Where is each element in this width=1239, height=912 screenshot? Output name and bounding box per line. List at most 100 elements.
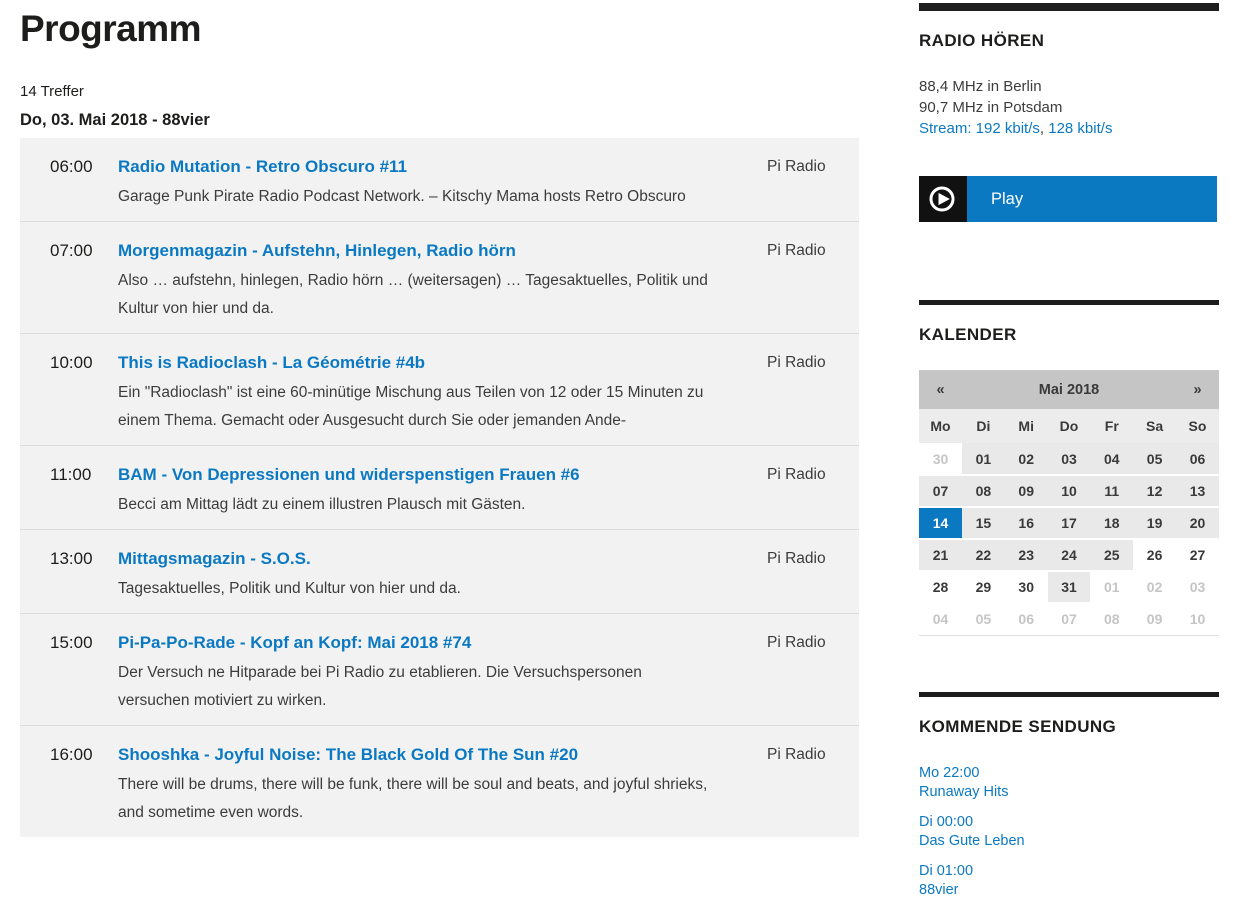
stream-link-192[interactable]: Stream: 192 kbit/s xyxy=(919,120,1040,137)
entry-description: There will be drums, there will be funk,… xyxy=(118,771,710,827)
calendar-day-name: Di xyxy=(962,409,1005,443)
calendar-week-row: 21222324252627 xyxy=(919,539,1219,571)
play-circle-icon xyxy=(919,176,967,222)
calendar-day[interactable]: 04 xyxy=(1090,443,1133,475)
results-count: 14 Treffer xyxy=(20,83,859,100)
calendar-day-name: Sa xyxy=(1133,409,1176,443)
calendar-day[interactable]: 03 xyxy=(1048,443,1091,475)
calendar-day[interactable]: 06 xyxy=(1176,443,1219,475)
calendar-day[interactable]: 22 xyxy=(962,539,1005,571)
calendar-day: 02 xyxy=(1133,571,1176,603)
calendar-day[interactable]: 11 xyxy=(1090,475,1133,507)
calendar-day[interactable]: 23 xyxy=(1005,539,1048,571)
calendar-day[interactable]: 10 xyxy=(1048,475,1091,507)
entry-time: 13:00 xyxy=(50,547,118,603)
calendar-day[interactable]: 26 xyxy=(1133,539,1176,571)
entry-station: Pi Radio xyxy=(767,631,829,715)
calendar-day[interactable]: 28 xyxy=(919,571,962,603)
calendar-next-button[interactable]: » xyxy=(1176,370,1219,409)
upcoming-heading: KOMMENDE SENDUNG xyxy=(919,717,1219,737)
calendar-daynames-row: MoDiMiDoFrSaSo xyxy=(919,409,1219,443)
calendar-day[interactable]: 09 xyxy=(1005,475,1048,507)
entry-title-link[interactable]: Mittagsmagazin - S.O.S. xyxy=(118,547,311,571)
calendar-week-row: 14151617181920 xyxy=(919,507,1219,539)
calendar-day-name: Mo xyxy=(919,409,962,443)
calendar-day[interactable]: 31 xyxy=(1048,571,1091,603)
calendar-day[interactable]: 27 xyxy=(1176,539,1219,571)
upcoming-show-link[interactable]: Di 01:0088vier xyxy=(919,863,1219,899)
section-divider xyxy=(919,692,1219,697)
sidebar: RADIO HÖREN 88,4 MHz in Berlin 90,7 MHz … xyxy=(919,0,1219,912)
calendar-day[interactable]: 21 xyxy=(919,539,962,571)
upcoming-section: KOMMENDE SENDUNG Mo 22:00Runaway Hits Di … xyxy=(919,717,1219,899)
entry-body: Pi-Pa-Po-Rade - Kopf an Kopf: Mai 2018 #… xyxy=(118,631,710,715)
program-entry: 10:00This is Radioclash - La Géométrie #… xyxy=(20,334,859,446)
calendar-day[interactable]: 14 xyxy=(919,507,962,539)
entry-title-link[interactable]: Pi-Pa-Po-Rade - Kopf an Kopf: Mai 2018 #… xyxy=(118,631,471,655)
entry-title-link[interactable]: Radio Mutation - Retro Obscuro #11 xyxy=(118,155,407,179)
upcoming-show-link[interactable]: Di 00:00Das Gute Leben xyxy=(919,814,1219,850)
stream-line: Stream: 192 kbit/s, 128 kbit/s xyxy=(919,118,1219,139)
calendar-day[interactable]: 08 xyxy=(962,475,1005,507)
entry-title-link[interactable]: Morgenmagazin - Aufstehn, Hinlegen, Radi… xyxy=(118,239,516,263)
calendar-day[interactable]: 12 xyxy=(1133,475,1176,507)
entry-title-link[interactable]: Shooshka - Joyful Noise: The Black Gold … xyxy=(118,743,578,767)
entry-description: Der Versuch ne Hitparade bei Pi Radio zu… xyxy=(118,659,710,715)
calendar-nav-row: « Mai 2018 » xyxy=(919,370,1219,409)
play-button-label: Play xyxy=(991,190,1023,209)
program-entry: 16:00Shooshka - Joyful Noise: The Black … xyxy=(20,726,859,837)
frequency-berlin: 88,4 MHz in Berlin xyxy=(919,76,1219,97)
calendar-day[interactable]: 29 xyxy=(962,571,1005,603)
calendar-day: 07 xyxy=(1048,603,1091,635)
calendar-prev-button[interactable]: « xyxy=(919,370,962,409)
stream-separator: , xyxy=(1040,120,1048,137)
calendar-day[interactable]: 17 xyxy=(1048,507,1091,539)
calendar-day[interactable]: 07 xyxy=(919,475,962,507)
play-button[interactable]: Play xyxy=(919,176,1217,222)
calendar-day: 04 xyxy=(919,603,962,635)
entry-body: This is Radioclash - La Géométrie #4b Ein… xyxy=(118,351,710,435)
calendar-day[interactable]: 05 xyxy=(1133,443,1176,475)
upcoming-show-time: Di 00:00 xyxy=(919,814,1219,831)
calendar-day[interactable]: 18 xyxy=(1090,507,1133,539)
entry-station: Pi Radio xyxy=(767,743,829,827)
program-list: 06:00Radio Mutation - Retro Obscuro #11G… xyxy=(20,138,859,837)
entry-body: BAM - Von Depressionen und widerspenstig… xyxy=(118,463,710,519)
upcoming-show-link[interactable]: Mo 22:00Runaway Hits xyxy=(919,765,1219,801)
calendar-week-row: 28293031010203 xyxy=(919,571,1219,603)
program-entry: 06:00Radio Mutation - Retro Obscuro #11G… xyxy=(20,138,859,222)
upcoming-list: Mo 22:00Runaway Hits Di 00:00Das Gute Leb… xyxy=(919,765,1219,899)
calendar-day[interactable]: 01 xyxy=(962,443,1005,475)
entry-title-link[interactable]: This is Radioclash - La Géométrie #4b xyxy=(118,351,425,375)
sidebar-top-divider xyxy=(919,3,1219,11)
page-title: Programm xyxy=(20,8,859,50)
entry-time: 16:00 xyxy=(50,743,118,827)
calendar-day[interactable]: 16 xyxy=(1005,507,1048,539)
calendar-day[interactable]: 20 xyxy=(1176,507,1219,539)
calendar-day[interactable]: 24 xyxy=(1048,539,1091,571)
calendar-day[interactable]: 02 xyxy=(1005,443,1048,475)
calendar-day-name: Mi xyxy=(1005,409,1048,443)
entry-body: Radio Mutation - Retro Obscuro #11 Garage… xyxy=(118,155,710,211)
program-entry: 13:00Mittagsmagazin - S.O.S.Tagesaktuell… xyxy=(20,530,859,614)
entry-description: Ein "Radioclash" ist eine 60-minütige Mi… xyxy=(118,379,710,435)
calendar-week-row: 07080910111213 xyxy=(919,475,1219,507)
entry-title-link[interactable]: BAM - Von Depressionen und widerspenstig… xyxy=(118,463,580,487)
entry-description: Garage Punk Pirate Radio Podcast Network… xyxy=(118,183,710,211)
calendar-week-row: 04050607080910 xyxy=(919,603,1219,635)
calendar-day[interactable]: 30 xyxy=(1005,571,1048,603)
calendar-month-label: Mai 2018 xyxy=(962,370,1176,409)
entry-time: 07:00 xyxy=(50,239,118,323)
calendar-day: 03 xyxy=(1176,571,1219,603)
entry-station: Pi Radio xyxy=(767,547,829,603)
calendar-day[interactable]: 13 xyxy=(1176,475,1219,507)
radio-listen-heading: RADIO HÖREN xyxy=(919,31,1219,51)
program-main: Programm 14 Treffer Do, 03. Mai 2018 - 8… xyxy=(20,0,859,837)
entry-description: Also … aufstehn, hinlegen, Radio hörn … … xyxy=(118,267,710,323)
calendar-day[interactable]: 15 xyxy=(962,507,1005,539)
calendar-day[interactable]: 19 xyxy=(1133,507,1176,539)
calendar-day[interactable]: 25 xyxy=(1090,539,1133,571)
stream-link-128[interactable]: 128 kbit/s xyxy=(1048,120,1112,137)
calendar-day: 08 xyxy=(1090,603,1133,635)
entry-description: Becci am Mittag lädt zu einem illustren … xyxy=(118,491,710,519)
